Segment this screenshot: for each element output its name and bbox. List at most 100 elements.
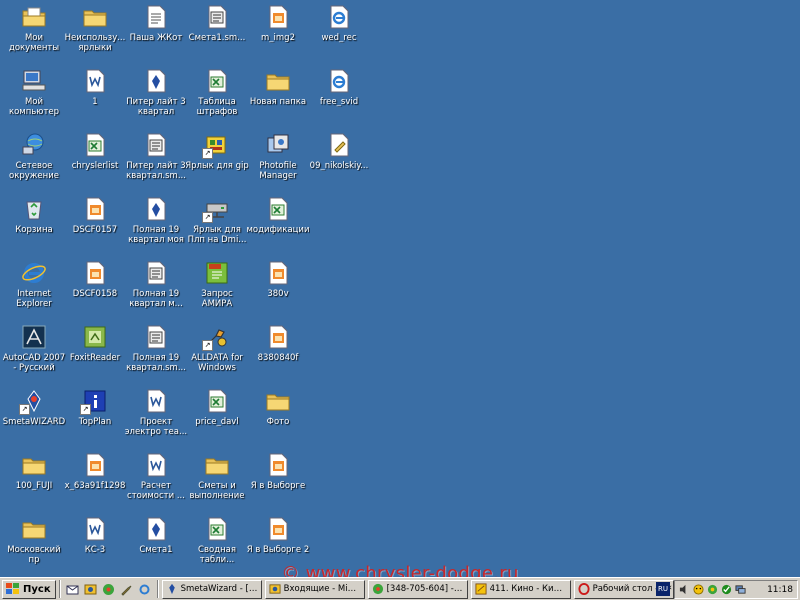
network-icon[interactable]: [735, 584, 746, 595]
desktop-icon[interactable]: AutoCAD 2007 - Русский: [2, 320, 66, 382]
foxit-reader-icon: [80, 323, 110, 351]
desktop-icon[interactable]: Я в Выборге: [246, 448, 310, 510]
desktop-icon-label: AutoCAD 2007 - Русский: [2, 353, 66, 373]
photofile-icon: [263, 131, 293, 159]
desktop-icon-label: Проект электро теа...: [124, 417, 188, 437]
desktop-icon[interactable]: Сметы и выполнение: [185, 448, 249, 510]
desktop-icon[interactable]: DSCF0157: [63, 192, 127, 254]
desktop-icon-label: Неиспользу... ярлыки: [64, 33, 126, 53]
desktop-icon-label: 100_FUJI: [15, 481, 53, 491]
smeta-file-icon: [141, 323, 171, 351]
desktop-icon[interactable]: Проект электро теа...: [124, 384, 188, 446]
icq-icon: [372, 583, 384, 595]
desktop-icon[interactable]: Internet Explorer: [2, 256, 66, 318]
desktop-icon[interactable]: Полная 19 квартал м...: [124, 256, 188, 318]
taskbar-button-label: Входящие - Micro...: [283, 584, 361, 594]
smiley-icon[interactable]: [693, 584, 704, 595]
desktop-icon-label: 1: [92, 97, 98, 107]
desktop-icon[interactable]: 100_FUJI: [2, 448, 66, 510]
shortcut-arrow-icon: ↗: [202, 148, 213, 159]
smeta-file-icon: [141, 259, 171, 287]
language-indicator[interactable]: RU: [656, 582, 670, 596]
image-file-icon: [80, 259, 110, 287]
desktop-icon[interactable]: Photofile Manager: [246, 128, 310, 190]
desktop-icon-label: Ярлык для gip: [185, 161, 249, 171]
quick-launch-mail-icon[interactable]: [66, 582, 80, 596]
desktop-icon[interactable]: Питер лайт 3 квартал: [124, 64, 188, 126]
desktop-icon[interactable]: Корзина: [2, 192, 66, 254]
desktop-icon[interactable]: Паша ЖКот: [124, 0, 188, 62]
excel-document-icon: [80, 131, 110, 159]
smeta-document-icon: [141, 67, 171, 95]
smetawizard-icon: [166, 583, 178, 595]
desktop-icon[interactable]: Смета1.sm...: [185, 0, 249, 62]
word-document-icon: [80, 515, 110, 543]
desktop-icon[interactable]: 1: [63, 64, 127, 126]
quick-launch-tool-icon[interactable]: [120, 582, 134, 596]
quick-launch-outlook-icon[interactable]: [84, 582, 98, 596]
desktop-icon[interactable]: wed_rec: [307, 0, 371, 62]
desktop-icon[interactable]: ↗ Ярлык для gip: [185, 128, 249, 190]
desktop-icon[interactable]: x_63a91f1298: [63, 448, 127, 510]
info-icon: ↗: [80, 387, 110, 415]
desktop-icon-label: Паша ЖКот: [129, 33, 183, 43]
desktop-icon[interactable]: ↗ Ярлык для Плп на Dmi...: [185, 192, 249, 254]
desktop-icon[interactable]: Питер лайт 3 квартал.sm...: [124, 128, 188, 190]
desktop-icon[interactable]: ↗ ALLDATA for Windows: [185, 320, 249, 382]
taskbar-button[interactable]: [348-705-604] - О...: [367, 579, 468, 599]
alldata-icon: ↗: [202, 323, 232, 351]
desktop-icon[interactable]: Сетевое окружение: [2, 128, 66, 190]
quick-launch-explorer-icon[interactable]: [138, 582, 152, 596]
desktop-icon[interactable]: Мой компьютер: [2, 64, 66, 126]
desktop-icon[interactable]: Полная 19 квартал моя: [124, 192, 188, 254]
desktop-icon[interactable]: Неиспользу... ярлыки: [63, 0, 127, 62]
desktop-icon[interactable]: DSCF0158: [63, 256, 127, 318]
desktop-icon-label: 09_nikolskiy...: [309, 161, 369, 171]
quick-launch-icq-icon[interactable]: [102, 582, 116, 596]
word-document-icon: [80, 67, 110, 95]
desktop-icon[interactable]: Запрос АМИРА: [185, 256, 249, 318]
desktop-icon-label: free_svid: [319, 97, 359, 107]
pdf-document-icon: [202, 259, 232, 287]
smeta-document-icon: [141, 195, 171, 223]
desktop-icon[interactable]: ↗ TopPlan: [63, 384, 127, 446]
taskbar-button[interactable]: Входящие - Micro...: [264, 579, 365, 599]
desktop-icon[interactable]: Расчет стоимости ...: [124, 448, 188, 510]
taskbar-button[interactable]: 411. Кино - Кино ...: [470, 579, 571, 599]
image-file-icon: [263, 515, 293, 543]
volume-icon[interactable]: [679, 584, 690, 595]
desktop-icon-label: Я в Выборге: [250, 481, 306, 491]
start-label: Пуск: [23, 583, 51, 595]
image-file-icon: [263, 451, 293, 479]
desktop-icon[interactable]: price_davl: [185, 384, 249, 446]
start-button[interactable]: Пуск: [2, 579, 56, 599]
desktop-icon[interactable]: Новая папка: [246, 64, 310, 126]
desktop-icon[interactable]: 8380840f: [246, 320, 310, 382]
desktop-icon-label: DSCF0157: [72, 225, 118, 235]
desktop-icon[interactable]: free_svid: [307, 64, 371, 126]
desktop-icon[interactable]: модификации: [246, 192, 310, 254]
desktop-icon-label: Я в Выборге 2: [246, 545, 310, 555]
taskbar-separator: [58, 580, 61, 598]
desktop-icon[interactable]: ↗ SmetaWIZARD: [2, 384, 66, 446]
desktop-icon[interactable]: 380v: [246, 256, 310, 318]
clock[interactable]: 11:18: [767, 585, 793, 595]
taskbar-button-label: SmetaWizard - [П...: [180, 584, 258, 594]
my-computer-icon: [19, 67, 49, 95]
antivirus-icon[interactable]: [721, 584, 732, 595]
desktop-icon[interactable]: Таблица штрафов: [185, 64, 249, 126]
desktop-icon[interactable]: Полная 19 квартал.sm...: [124, 320, 188, 382]
desktop-icon[interactable]: m_img2: [246, 0, 310, 62]
folder-icon: [202, 451, 232, 479]
desktop-icon[interactable]: Мои документы: [2, 0, 66, 62]
folder-icon: [19, 451, 49, 479]
desktop-icon[interactable]: Фото: [246, 384, 310, 446]
desktop: Мои документы Мой компьютер Сетевое окруже…: [0, 0, 800, 577]
taskbar-button[interactable]: SmetaWizard - [П...: [161, 579, 262, 599]
desktop-icon[interactable]: chryslerlist: [63, 128, 127, 190]
desktop-icon[interactable]: 09_nikolskiy...: [307, 128, 371, 190]
icq-flower-icon[interactable]: [707, 584, 718, 595]
network-places-icon: [19, 131, 49, 159]
desktop-icon-label: Расчет стоимости ...: [127, 481, 185, 501]
desktop-icon[interactable]: FoxitReader: [63, 320, 127, 382]
